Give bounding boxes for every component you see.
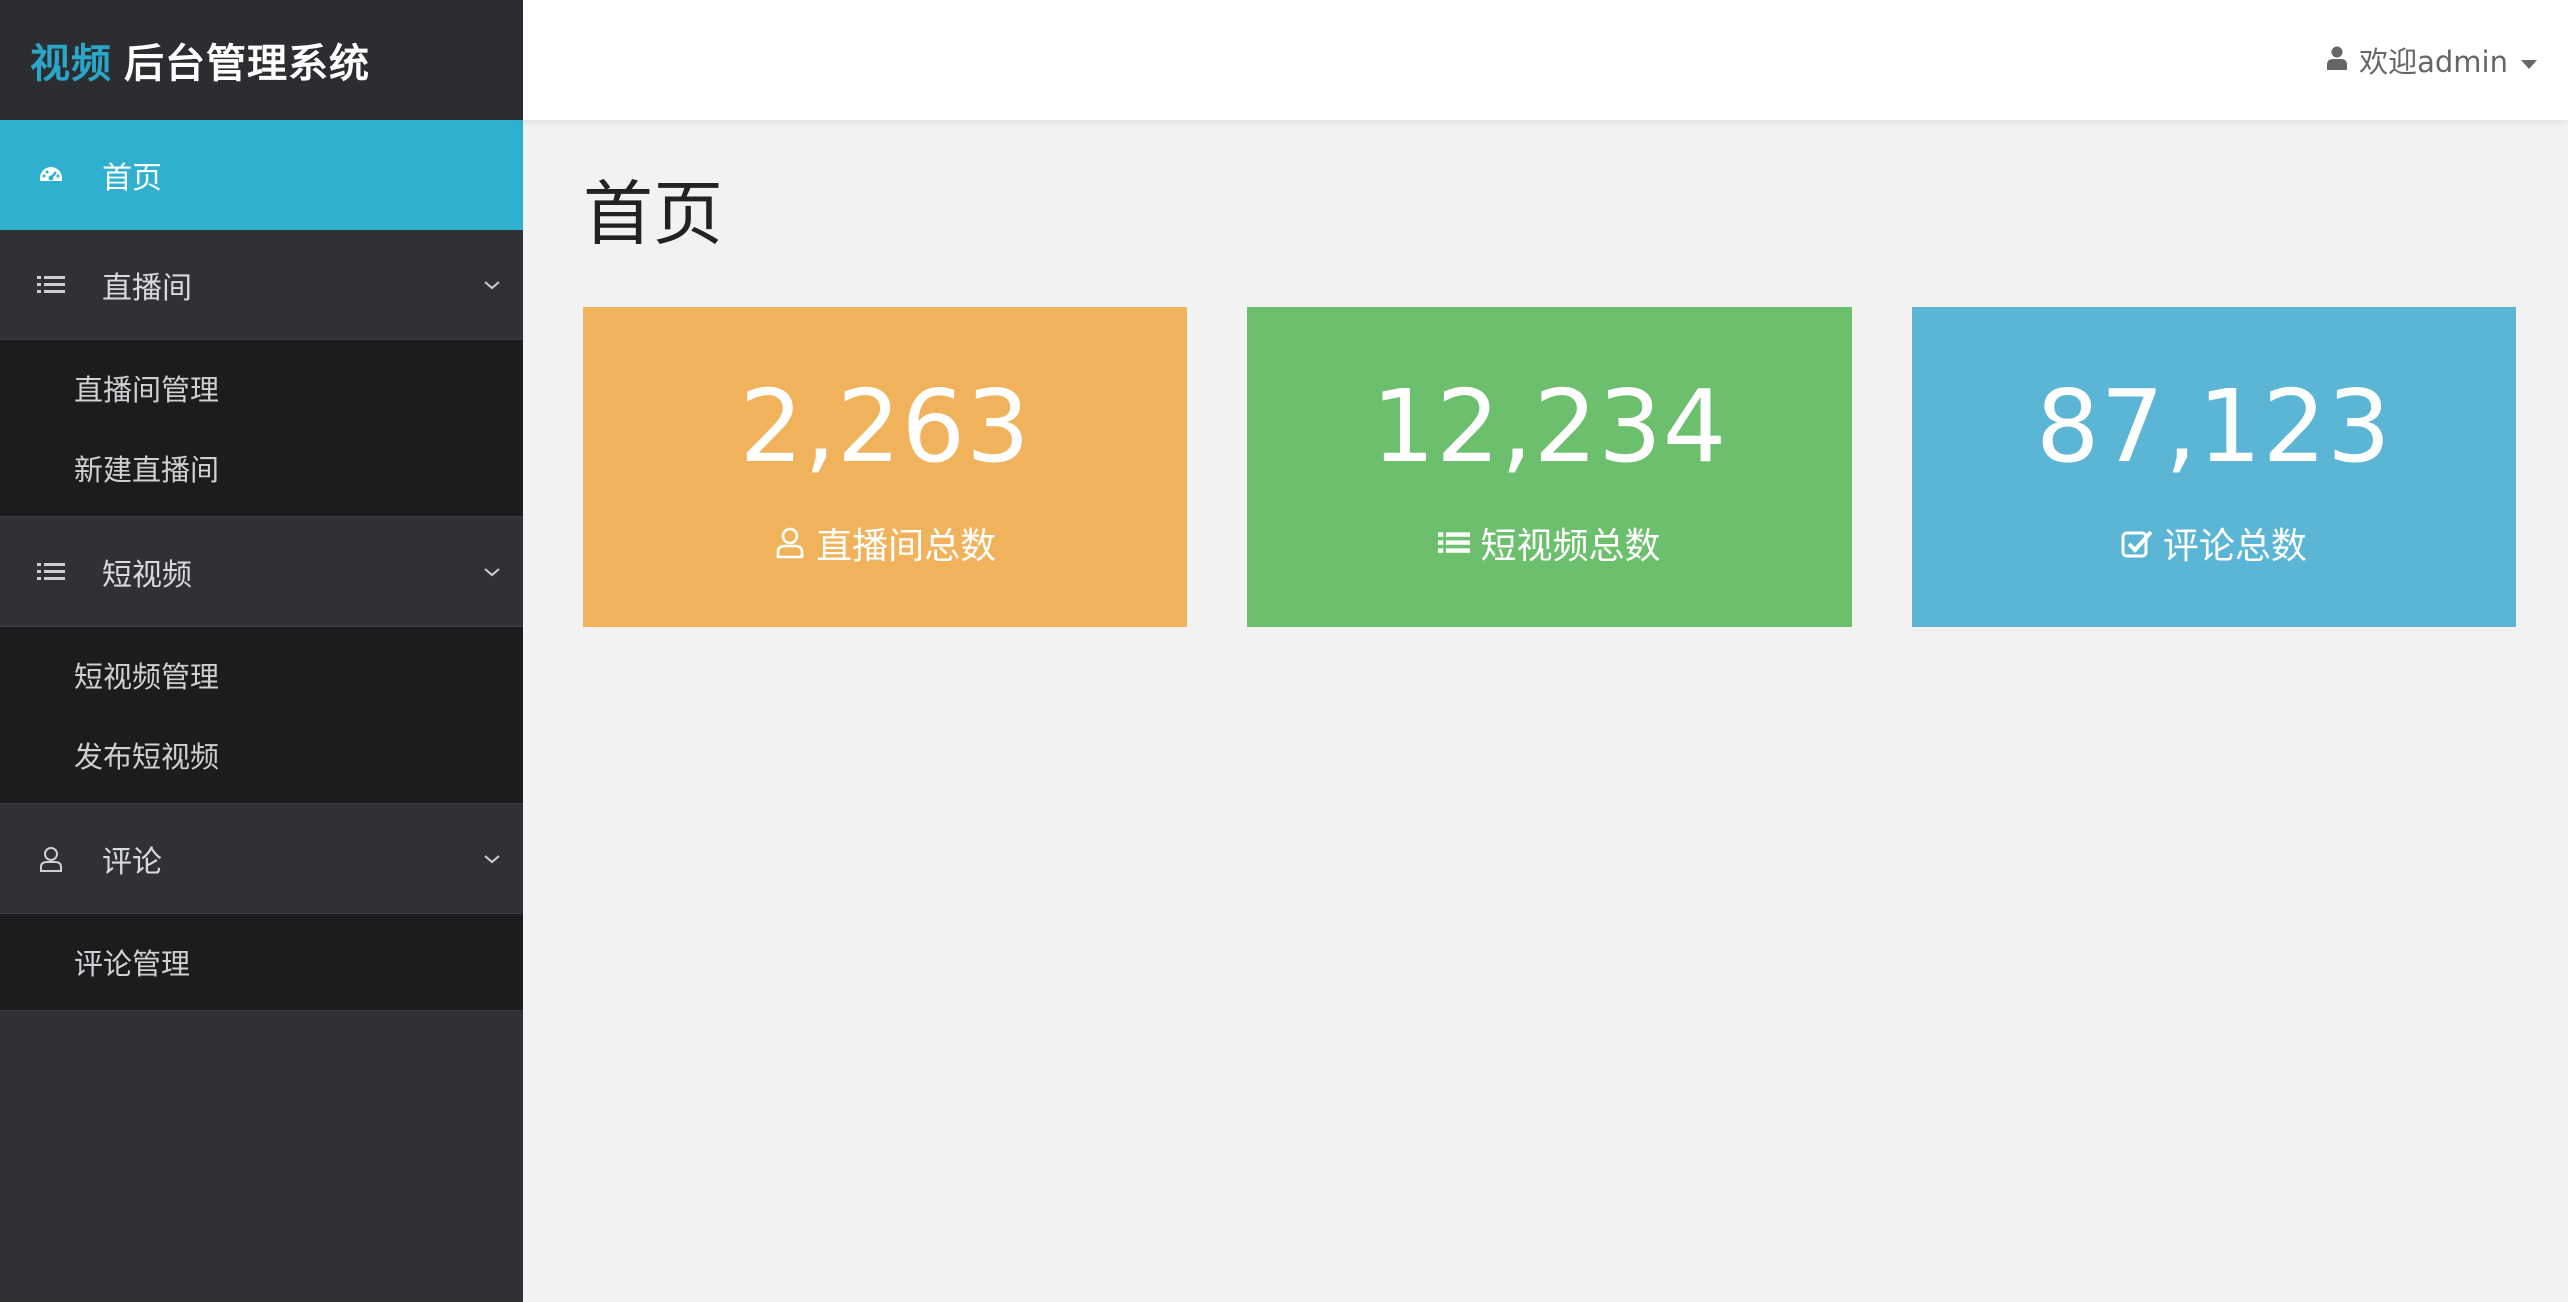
stat-card-shortvideo: 12,234 短视频总数: [1247, 307, 1852, 627]
stat-label: 评论总数: [2162, 526, 2307, 567]
stat-label: 直播间总数: [816, 526, 997, 567]
sidebar-item-label: 直播间: [102, 270, 192, 306]
brand-title: 后台管理系统: [124, 41, 370, 87]
user-welcome-label: 欢迎admin: [2359, 45, 2508, 79]
list-icon: [1438, 527, 1471, 559]
submenu-shortvideo: 短视频管理 发布短视频: [0, 627, 523, 804]
page-title: 首页: [583, 173, 723, 255]
sidebar-nav: 首页 直播间 直播间管理 新建直播间 短视频 短视频管理 发布短视频 评论 评论…: [0, 120, 523, 1011]
stat-value: 12,234: [1371, 368, 1728, 485]
sidebar-subitem-comment-manage[interactable]: 评论管理: [0, 922, 523, 1002]
list-icon: [36, 557, 66, 587]
sidebar-item-live[interactable]: 直播间: [0, 230, 523, 340]
submenu-live: 直播间管理 新建直播间: [0, 340, 523, 517]
sidebar: 视频 后台管理系统 首页 直播间 直播间管理 新建直播间 短视频 短视频管理 发…: [0, 0, 523, 1302]
sidebar-item-label: 首页: [102, 161, 162, 196]
chevron-down-icon: [481, 848, 503, 870]
top-bar: 欢迎admin: [523, 0, 2568, 120]
brand-logo: 视频 后台管理系统: [0, 0, 523, 120]
sidebar-item-comments[interactable]: 评论: [0, 804, 523, 914]
sidebar-item-shortvideo[interactable]: 短视频: [0, 517, 523, 627]
list-icon: [36, 270, 66, 300]
sidebar-subitem-live-new[interactable]: 新建直播间: [0, 428, 523, 508]
submenu-comments: 评论管理: [0, 914, 523, 1011]
dashboard-icon: [36, 160, 66, 190]
sidebar-subitem-live-manage[interactable]: 直播间管理: [0, 348, 523, 428]
sidebar-item-label: 评论: [102, 844, 162, 880]
chevron-down-icon: [481, 274, 503, 296]
stat-value: 2,263: [739, 368, 1031, 485]
stat-cards: 2,263 直播间总数 12,234 短视频总数 87,123 评论总数: [583, 307, 2516, 627]
stat-caption: 评论总数: [2121, 517, 2307, 569]
sidebar-subitem-video-publish[interactable]: 发布短视频: [0, 715, 523, 795]
stat-caption: 短视频总数: [1438, 517, 1661, 569]
stat-card-comments: 87,123 评论总数: [1911, 307, 2516, 627]
stat-label: 短视频总数: [1480, 526, 1661, 567]
user-outline-icon: [774, 527, 806, 559]
stat-card-live: 2,263 直播间总数: [583, 307, 1188, 627]
user-menu[interactable]: 欢迎admin: [2327, 39, 2538, 81]
sidebar-subitem-video-manage[interactable]: 短视频管理: [0, 635, 523, 715]
user-icon: [2327, 43, 2348, 77]
stat-value: 87,123: [2035, 368, 2392, 485]
sidebar-item-home[interactable]: 首页: [0, 120, 523, 230]
caret-down-icon: [2520, 43, 2538, 77]
checkbox-icon: [2121, 527, 2153, 559]
stat-caption: 直播间总数: [774, 517, 996, 569]
chevron-down-icon: [481, 561, 503, 583]
main-content: 首页 2,263 直播间总数 12,234 短视频总数 87,123 评论总数: [523, 120, 2568, 1302]
brand-accent: 视频: [30, 41, 112, 87]
user-icon: [36, 844, 66, 874]
sidebar-item-label: 短视频: [102, 557, 192, 593]
